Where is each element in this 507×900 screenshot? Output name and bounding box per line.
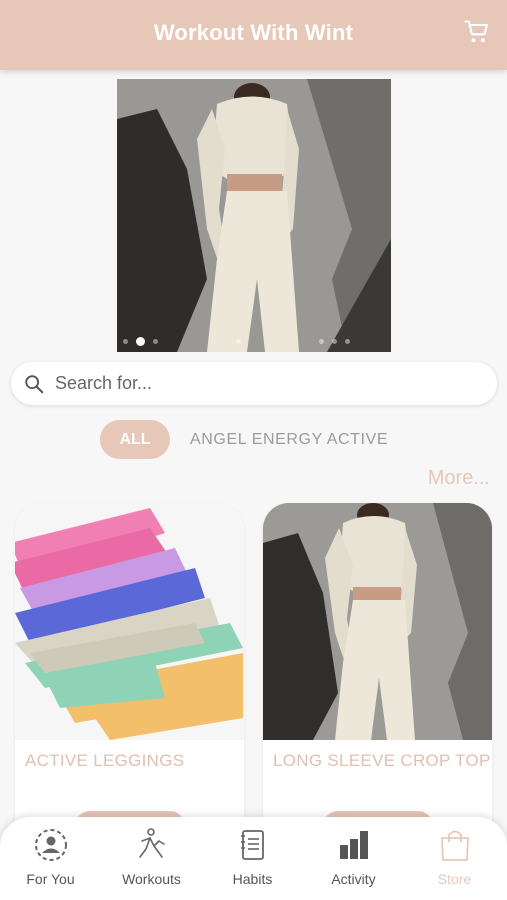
bottom-tab-bar: For You Workouts Habits Activity Store xyxy=(0,817,507,900)
app-title: Workout With Wint xyxy=(153,20,354,45)
cart-button[interactable] xyxy=(463,18,491,46)
habits-icon xyxy=(241,830,264,860)
more-link[interactable]: More... xyxy=(428,467,490,490)
carousel-dot[interactable] xyxy=(319,339,324,344)
workouts-icon xyxy=(139,828,165,858)
carousel-dot-active[interactable] xyxy=(136,337,145,346)
tab-habits[interactable]: Habits xyxy=(202,817,303,900)
cart-icon xyxy=(464,20,488,43)
carousel-indicator[interactable] xyxy=(117,337,391,346)
tab-label: Habits xyxy=(232,871,273,887)
product-image xyxy=(263,503,492,740)
search-input[interactable] xyxy=(55,362,475,405)
banner-photo xyxy=(117,79,391,352)
carousel-dot[interactable] xyxy=(153,339,158,344)
carousel-dot[interactable] xyxy=(332,339,337,344)
carousel-dot[interactable] xyxy=(123,339,128,344)
for-you-icon xyxy=(35,829,67,861)
filter-chip-angel-energy-active[interactable]: ANGEL ENERGY ACTIVE xyxy=(190,420,388,459)
tab-for-you[interactable]: For You xyxy=(0,817,101,900)
store-icon xyxy=(441,830,469,861)
search-bar[interactable] xyxy=(11,362,497,405)
activity-icon xyxy=(340,831,368,859)
tab-label: Workouts xyxy=(122,871,181,887)
product-title: ACTIVE LEGGINGS xyxy=(25,751,185,770)
product-title: LONG SLEEVE CROP TOP xyxy=(273,751,491,770)
tab-label: Activity xyxy=(331,871,376,887)
tab-activity[interactable]: Activity xyxy=(303,817,404,900)
tab-label: For You xyxy=(26,871,75,887)
product-image xyxy=(15,503,244,740)
product-card[interactable]: ACTIVE LEGGINGS xyxy=(15,503,244,833)
tab-store[interactable]: Store xyxy=(404,817,505,900)
tab-label: Store xyxy=(437,871,472,887)
hero-banner[interactable] xyxy=(117,79,391,352)
tab-workouts[interactable]: Workouts xyxy=(101,817,202,900)
app-header: Workout With Wint xyxy=(0,0,507,70)
product-card[interactable]: LONG SLEEVE CROP TOP xyxy=(263,503,492,833)
carousel-dot[interactable] xyxy=(345,339,350,344)
filter-chip-all[interactable]: ALL xyxy=(100,420,170,459)
carousel-dot[interactable] xyxy=(236,339,241,344)
search-icon xyxy=(25,375,44,394)
